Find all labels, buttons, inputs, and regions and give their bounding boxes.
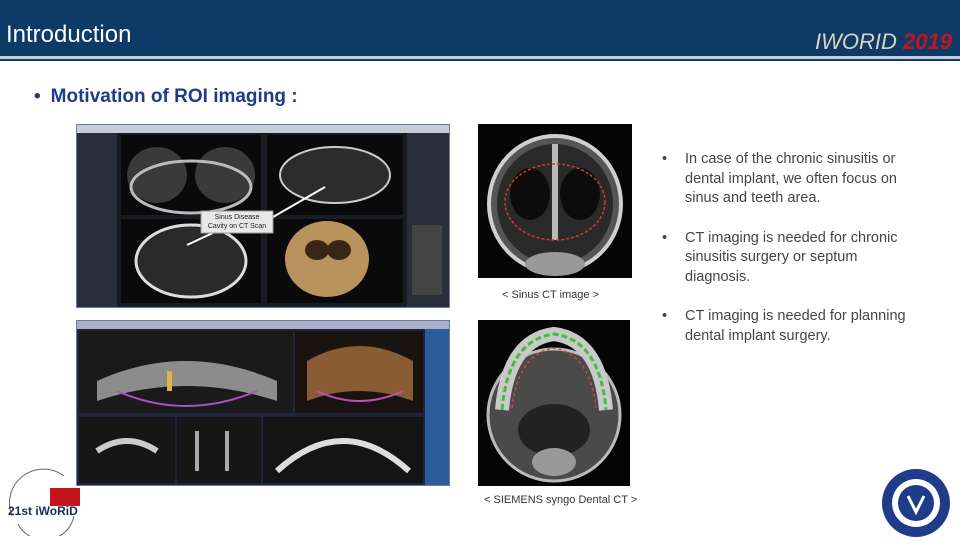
- workshop-logo-text: 21st iWoRiD: [8, 504, 78, 518]
- bullet-text: CT imaging is needed for planning dental…: [685, 308, 906, 344]
- bullet-marker: •: [662, 151, 668, 167]
- conference-name: IWORID: [815, 29, 897, 54]
- sinus-annotation-label: Sinus Disease Cavity on CT Scan: [207, 214, 267, 230]
- sinus-axial-graphic: [487, 134, 623, 276]
- bullet-item: • In case of the chronic sinusitis or de…: [660, 150, 920, 209]
- subtitle-text: Motivation of ROI imaging :: [50, 86, 298, 107]
- section-subtitle: • Motivation of ROI imaging :: [34, 86, 298, 108]
- bullet-text: CT imaging is needed for chronic sinusit…: [685, 229, 898, 285]
- yonsei-university-seal: [878, 466, 958, 540]
- dental-axial-ct-image: [478, 320, 630, 486]
- workshop-emblem-icon: [8, 468, 80, 541]
- dental-axial-graphic: [486, 326, 622, 483]
- dental-planning-screenshot: [76, 320, 450, 486]
- bullet-item: • CT imaging is needed for chronic sinus…: [660, 229, 920, 288]
- university-seal-icon: [882, 469, 950, 537]
- sinus-ct-viewer-screenshot: Sinus Disease Cavity on CT Scan: [76, 124, 450, 308]
- conference-year: 2019: [903, 29, 952, 54]
- header-bar: Introduction IWORID 2019: [0, 0, 960, 56]
- dental-image-caption: < SIEMENS syngo Dental CT >: [484, 494, 638, 506]
- dental-viewer-graphic: [77, 321, 449, 485]
- bullet-marker: •: [662, 308, 668, 324]
- bullet-marker: •: [662, 229, 668, 246]
- header-divider-dark: [0, 59, 960, 61]
- bullet-text: In case of the chronic sinusitis or dent…: [685, 151, 897, 206]
- iworid-workshop-logo: 21st iWoRiD: [4, 466, 84, 541]
- page-title: Introduction: [6, 21, 132, 48]
- bullet-list: • In case of the chronic sinusitis or de…: [660, 150, 920, 366]
- bullet-item: • CT imaging is needed for planning dent…: [660, 307, 920, 346]
- sinus-image-caption: < Sinus CT image >: [502, 289, 600, 301]
- conference-tag: IWORID 2019: [815, 30, 952, 54]
- sinus-axial-ct-image: [478, 124, 632, 278]
- subtitle-bullet: •: [34, 86, 41, 107]
